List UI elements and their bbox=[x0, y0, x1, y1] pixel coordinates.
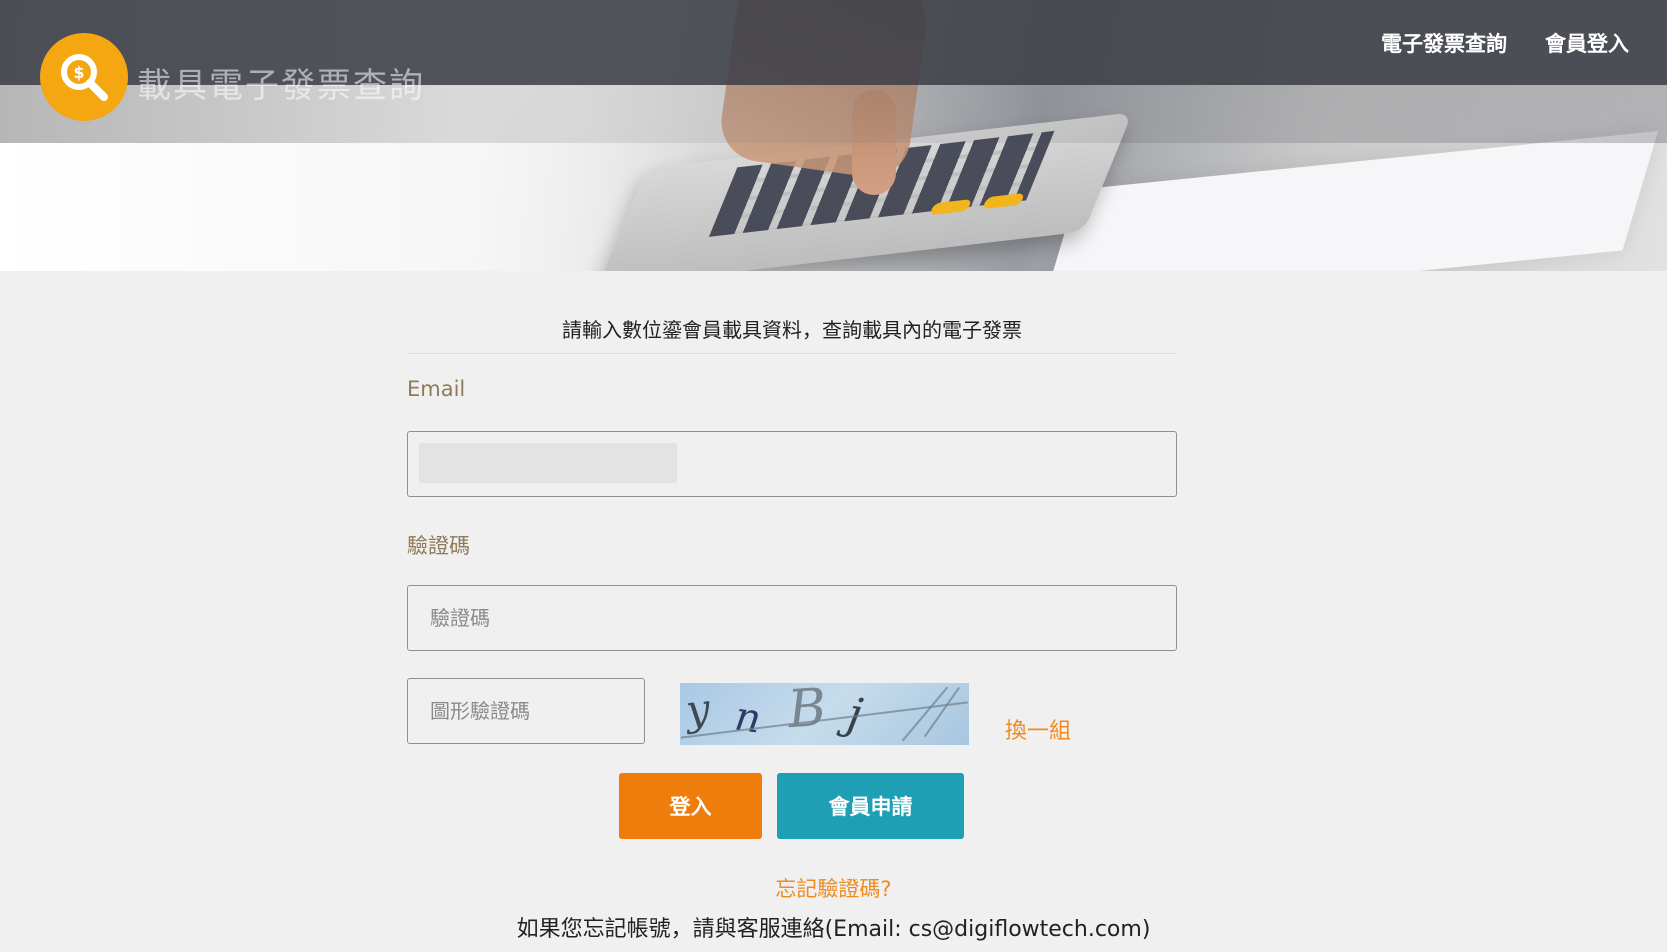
hero-highlight bbox=[0, 143, 700, 271]
member-signup-button[interactable]: 會員申請 bbox=[777, 773, 964, 839]
nav-member-login[interactable]: 會員登入 bbox=[1545, 28, 1629, 58]
site-logo[interactable]: $ bbox=[40, 33, 128, 121]
email-redacted-value bbox=[419, 443, 677, 483]
verification-code-label: 驗證碼 bbox=[407, 534, 470, 558]
verification-code-input[interactable] bbox=[407, 585, 1177, 651]
site-title: 載具電子發票查詢 bbox=[137, 66, 425, 106]
refresh-captcha-link[interactable]: 換一組 bbox=[1005, 713, 1071, 745]
login-button[interactable]: 登入 bbox=[619, 773, 762, 839]
email-label: Email bbox=[407, 377, 466, 401]
nav-invoice-query[interactable]: 電子發票查詢 bbox=[1381, 28, 1507, 58]
money-search-icon: $ bbox=[61, 54, 108, 101]
contact-info-text: 如果您忘記帳號，請與客服連絡(Email: cs@digiflowtech.co… bbox=[516, 917, 1151, 942]
main-nav: 電子發票查詢 會員登入 bbox=[1381, 28, 1629, 58]
captcha-char: y bbox=[683, 683, 713, 736]
captcha-char: n bbox=[731, 693, 764, 743]
captcha-char: B bbox=[785, 683, 829, 741]
forgot-code-link[interactable]: 忘記驗證碼? bbox=[0, 873, 1667, 903]
intro-text: 請輸入數位鎏會員載具資料，查詢載具內的電子發票 bbox=[407, 314, 1177, 354]
captcha-input[interactable] bbox=[407, 678, 645, 744]
hero-paper-decoration bbox=[1041, 131, 1659, 271]
svg-text:$: $ bbox=[73, 63, 84, 82]
captcha-image: y n B j bbox=[680, 683, 969, 745]
